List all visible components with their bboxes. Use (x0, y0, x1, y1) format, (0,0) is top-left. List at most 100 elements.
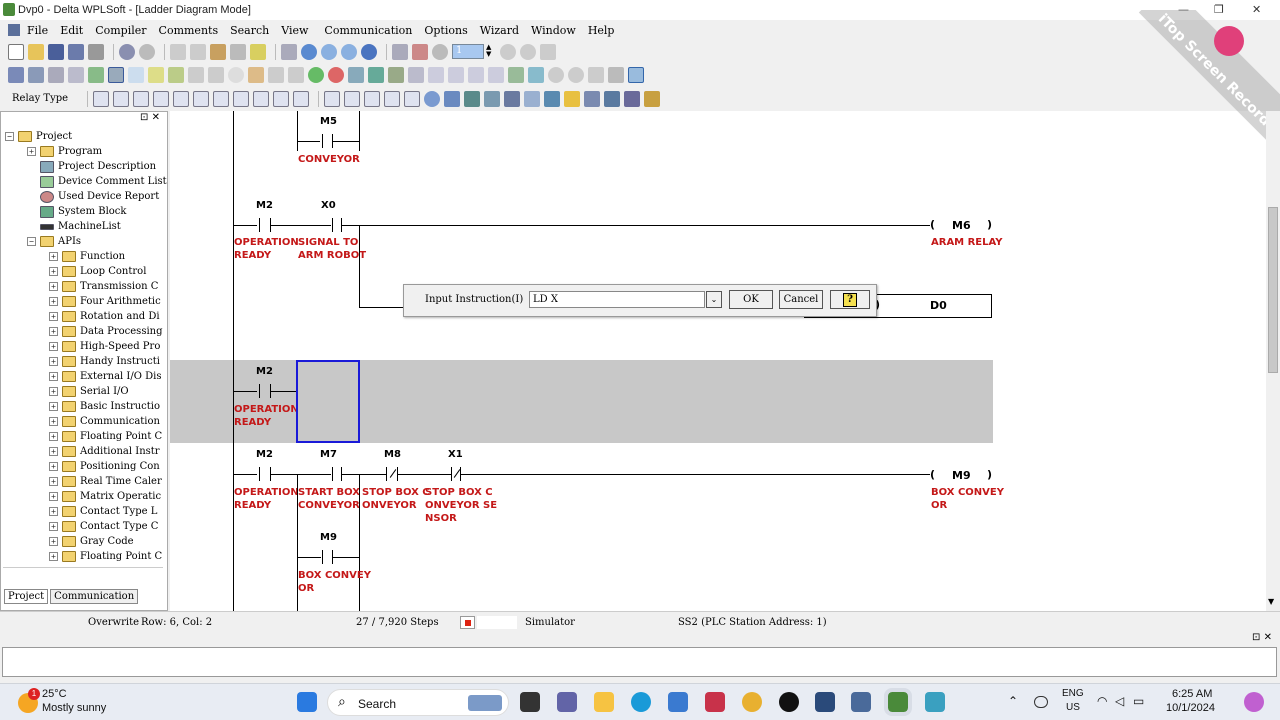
find-next-icon[interactable] (568, 66, 584, 83)
image-icon[interactable] (528, 66, 544, 83)
tree-item-api[interactable]: + External I/O Dis (49, 369, 161, 384)
tree-item-api[interactable]: + Basic Instructio (49, 399, 160, 414)
expand-icon[interactable]: + (49, 327, 58, 336)
output-box[interactable] (2, 647, 1277, 677)
undo-icon[interactable] (281, 43, 297, 60)
save-all-icon[interactable] (68, 43, 84, 60)
expand-icon[interactable]: + (49, 432, 58, 441)
battery-icon[interactable]: ▭ (1133, 694, 1144, 708)
f7-coil-icon[interactable] (213, 90, 230, 107)
tree-item-machinelist[interactable]: MachineList (40, 219, 121, 234)
f6-contact-icon[interactable] (193, 90, 210, 107)
cut-icon[interactable] (170, 43, 186, 60)
expand-icon[interactable]: + (49, 312, 58, 321)
tab-project[interactable]: Project (4, 589, 49, 604)
menu-compiler[interactable]: Compiler (94, 24, 147, 37)
expand-icon[interactable]: + (49, 462, 58, 471)
chevron-up-icon[interactable]: ⌃ (1008, 694, 1018, 708)
tab-communication[interactable]: Communication (50, 589, 139, 604)
screen-icon[interactable] (268, 66, 284, 83)
tree-item-api[interactable]: + Contact Type L (49, 504, 157, 519)
teams-icon[interactable] (557, 692, 577, 712)
tree-item-api[interactable]: + Additional Instr (49, 444, 160, 459)
tree-item-api[interactable]: + Matrix Operatic (49, 489, 161, 504)
f1-contact-icon[interactable] (93, 90, 110, 107)
speaker-icon[interactable]: ◁ (1115, 694, 1124, 708)
f4-contact-icon[interactable] (153, 90, 170, 107)
menu-search[interactable]: Search (229, 24, 270, 37)
menu-comments[interactable]: Comments (158, 24, 220, 37)
panel-icon[interactable] (288, 66, 304, 83)
diamond-icon[interactable] (524, 90, 541, 107)
taskbar-search[interactable]: ⌕ Search (327, 689, 509, 716)
block-b-icon[interactable] (464, 90, 481, 107)
mail-icon[interactable] (564, 90, 581, 107)
tree-item-api[interactable]: + Real Time Caler (49, 474, 162, 489)
find-icon[interactable] (548, 66, 564, 83)
edge-icon[interactable] (631, 692, 651, 712)
list-icon[interactable] (248, 66, 264, 83)
wifi-icon[interactable]: ◠ (1097, 694, 1107, 708)
language-bottom[interactable]: US (1066, 702, 1080, 713)
tree-hscroll[interactable] (3, 567, 163, 575)
table-icon[interactable] (128, 66, 144, 83)
store-icon[interactable] (668, 692, 688, 712)
cloud-off-icon[interactable] (1034, 696, 1048, 708)
expand-icon[interactable]: + (49, 357, 58, 366)
language-top[interactable]: ENG (1062, 688, 1084, 699)
tree-item-api[interactable]: + Floating Point C (49, 429, 162, 444)
tree-item-project-description[interactable]: Project Description (40, 159, 156, 174)
expand-icon[interactable]: + (49, 507, 58, 516)
invert-icon[interactable] (364, 90, 381, 107)
pin-icon[interactable]: ⊡ (140, 112, 148, 123)
pen-icon[interactable] (168, 66, 184, 83)
expand-icon[interactable]: + (49, 252, 58, 261)
refresh-icon[interactable] (520, 43, 536, 60)
block-d-icon[interactable] (504, 90, 521, 107)
file-explorer-icon[interactable] (594, 692, 614, 712)
green-dot-icon[interactable] (308, 66, 324, 83)
window-icon[interactable] (208, 66, 224, 83)
wire-icon[interactable] (628, 66, 644, 83)
cancel-button[interactable]: Cancel (779, 290, 823, 309)
sfc-mode-icon[interactable] (48, 66, 64, 83)
copilot-icon[interactable] (1244, 692, 1264, 712)
photo-icon[interactable] (608, 66, 624, 83)
expand-icon[interactable]: + (49, 297, 58, 306)
f9-line-icon[interactable] (253, 90, 270, 107)
align-e-icon[interactable] (508, 66, 524, 83)
instruction-mode-icon[interactable] (8, 66, 24, 83)
task-view-icon[interactable] (520, 692, 540, 712)
tree-item-api[interactable]: + Positioning Con (49, 459, 160, 474)
instruction-input[interactable]: LD X (529, 291, 705, 308)
expand-icon[interactable]: + (49, 402, 58, 411)
clock-time[interactable]: 6:25 AM (1172, 688, 1212, 700)
collapse-icon[interactable]: − (27, 237, 36, 246)
pin-icon[interactable]: ⊡ (1252, 632, 1260, 643)
chrome-icon[interactable] (742, 692, 762, 712)
print-icon[interactable] (88, 43, 104, 60)
bulb-icon[interactable] (228, 66, 244, 83)
tree-item-device-comment-list[interactable]: Device Comment List (40, 174, 167, 189)
expand-icon[interactable]: + (49, 552, 58, 561)
menu-communication[interactable]: Communication (323, 24, 413, 37)
help-button[interactable]: ? (830, 290, 870, 309)
stop-icon[interactable] (432, 43, 448, 60)
menu-file[interactable]: File (26, 24, 49, 37)
record-icon[interactable] (500, 43, 516, 60)
tree-item-api[interactable]: + Loop Control (49, 264, 146, 279)
e-app-icon[interactable] (779, 692, 799, 712)
tree-item-program[interactable]: + Program (27, 144, 102, 159)
edit-icon[interactable] (88, 66, 104, 83)
menu-edit[interactable]: Edit (59, 24, 84, 37)
eraser-icon[interactable] (250, 43, 266, 60)
open-file-icon[interactable] (28, 43, 44, 60)
wplsoft-taskbar-icon[interactable] (884, 688, 912, 716)
save-icon[interactable] (48, 43, 64, 60)
run-icon[interactable] (412, 43, 428, 60)
np-contact-icon[interactable] (324, 90, 341, 107)
ladder-editor[interactable]: M5 CONVEYOR M2 X0 ( M6 ) OPERATION READY … (170, 111, 1266, 611)
weather-desc[interactable]: Mostly sunny (42, 702, 106, 714)
scroll-down-icon[interactable]: ▼ (1268, 597, 1274, 606)
help-icon[interactable] (361, 43, 377, 60)
